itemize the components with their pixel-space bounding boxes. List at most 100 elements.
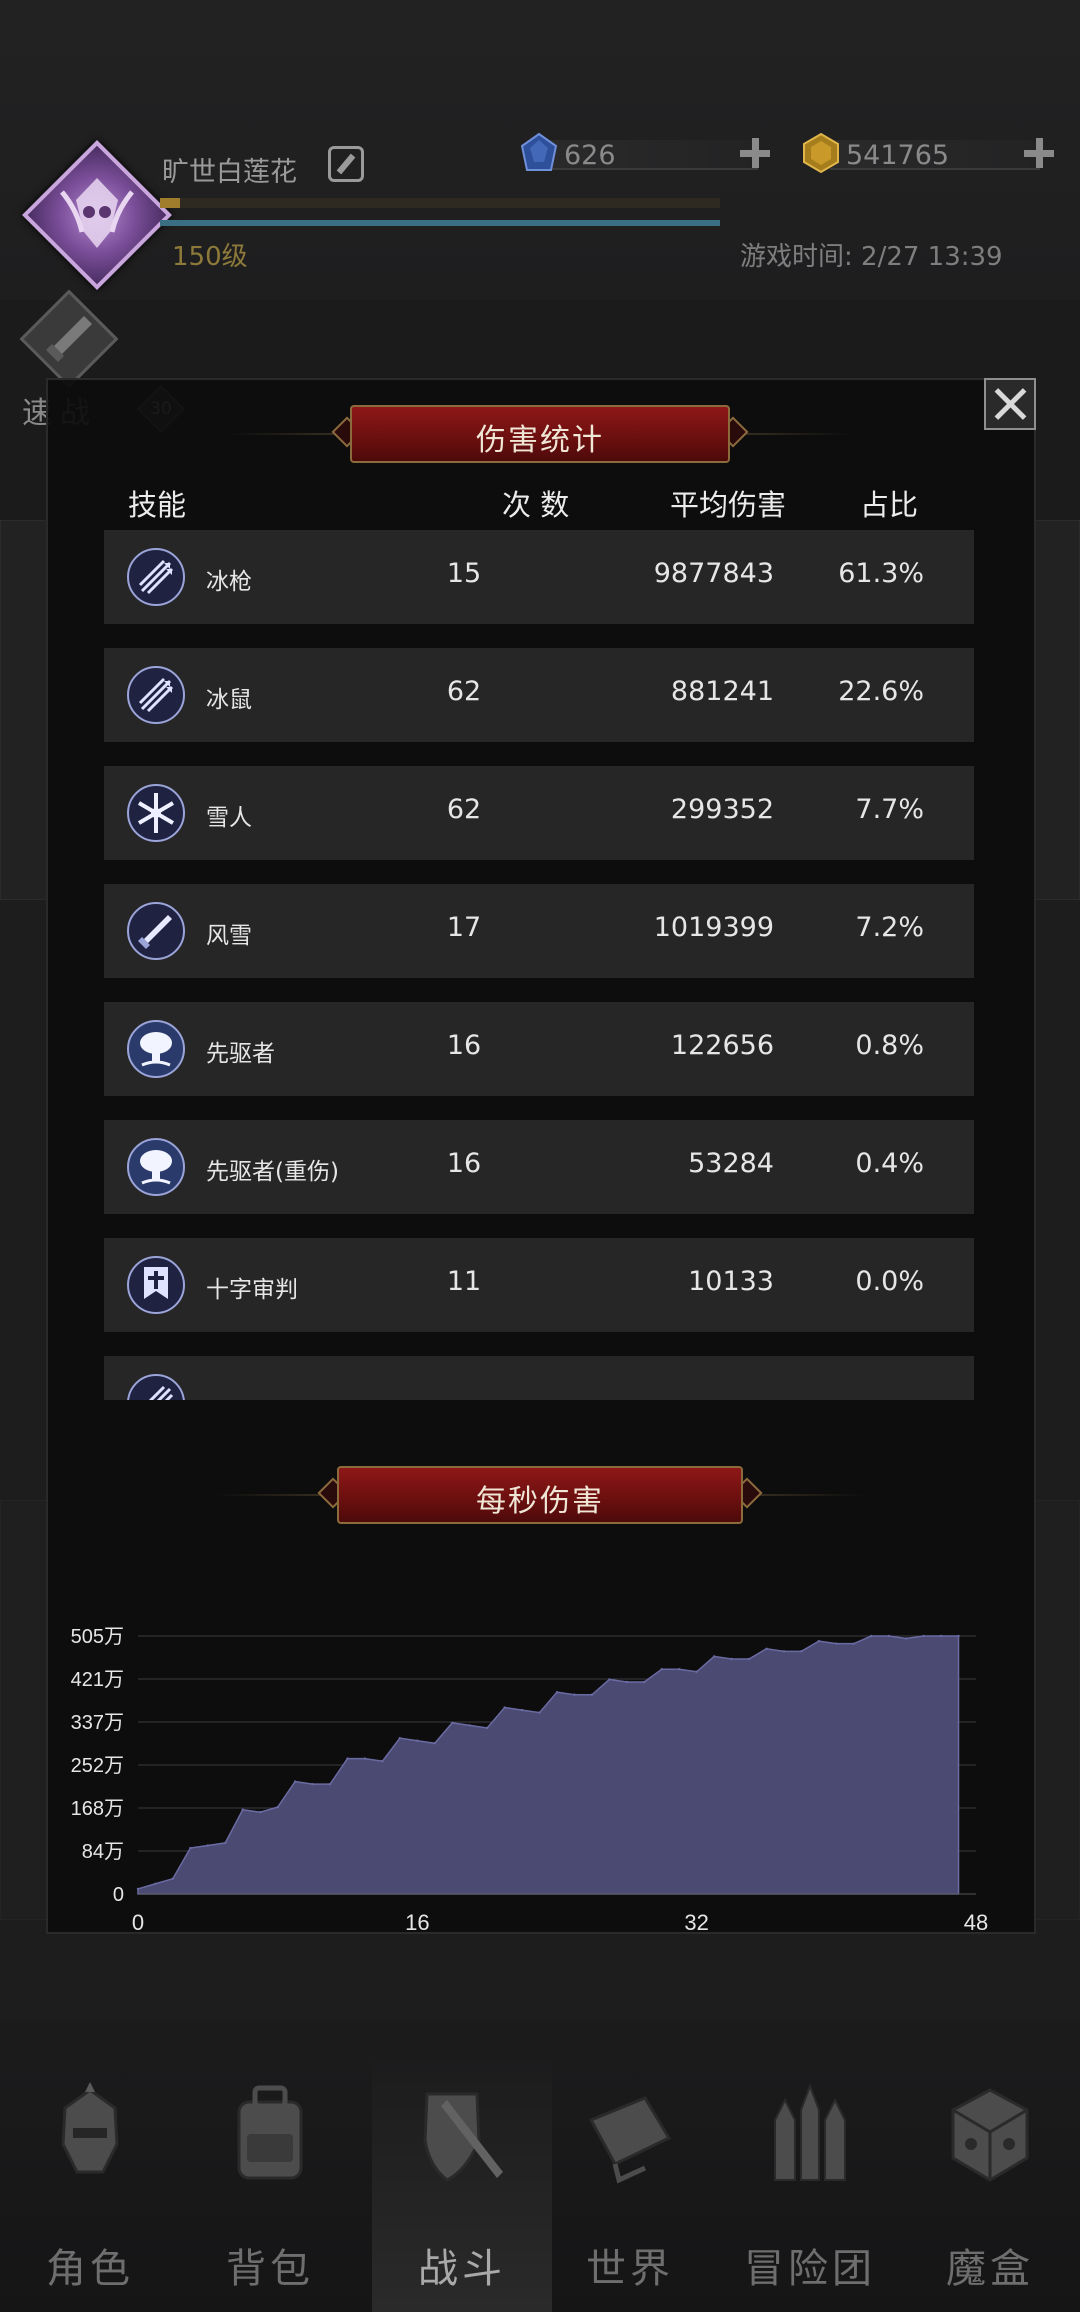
dps-point bbox=[136, 1887, 140, 1891]
player-avatar[interactable]: 30 bbox=[22, 140, 186, 434]
skill-count: 16 bbox=[446, 1030, 482, 1061]
dps-point bbox=[276, 1805, 279, 1809]
dps-point bbox=[957, 1634, 960, 1638]
dps-point bbox=[293, 1780, 297, 1783]
skill-row-partial bbox=[104, 1356, 974, 1400]
dps-point bbox=[189, 1846, 192, 1850]
dps-banner: 每秒伤害 bbox=[215, 1466, 865, 1524]
dps-point bbox=[485, 1726, 489, 1730]
skill-name: 冰枪 bbox=[206, 569, 252, 595]
skill-count: 11 bbox=[446, 1266, 482, 1297]
nav-label: 冒险团 bbox=[744, 2246, 876, 2292]
dps-point bbox=[416, 1739, 419, 1742]
helmet-icon bbox=[61, 2082, 119, 2174]
skill-row: 冰枪 15 9877843 61.3% bbox=[104, 530, 974, 624]
dps-point bbox=[259, 1811, 262, 1814]
nav-item-backpack[interactable]: 背包 bbox=[180, 2060, 360, 2312]
skill-count: 62 bbox=[446, 676, 482, 707]
skill-avg-damage: 10133 bbox=[688, 1266, 774, 1297]
x-tick-label: 0 bbox=[132, 1910, 144, 1935]
skill-name: 先驱者(重伤) bbox=[206, 1159, 339, 1185]
skill-share: 0.8% bbox=[855, 1030, 924, 1061]
dps-point bbox=[398, 1736, 402, 1740]
skill-name: 十字审判 bbox=[206, 1277, 298, 1303]
dps-point bbox=[433, 1742, 436, 1745]
sword-shield-icon bbox=[423, 2092, 503, 2182]
nav-label: 世界 bbox=[586, 2246, 674, 2292]
cube-icon bbox=[951, 2088, 1029, 2182]
skill-share: 0.4% bbox=[855, 1148, 924, 1179]
skill-share: 7.2% bbox=[855, 912, 924, 943]
add-gold-button[interactable] bbox=[1022, 136, 1056, 170]
dps-point bbox=[520, 1708, 524, 1712]
nav-label: 魔盒 bbox=[946, 2246, 1034, 2292]
nav-item-magic-box[interactable]: 魔盒 bbox=[900, 2060, 1080, 2312]
dagger-icon bbox=[46, 316, 92, 362]
banner-icon bbox=[127, 1256, 185, 1314]
edit-name-icon[interactable] bbox=[328, 146, 364, 182]
dps-chart-svg: 0 84万 168万 252万 337万 421万 505万 0 16 32 48 bbox=[71, 1626, 989, 1935]
dps-point bbox=[922, 1634, 925, 1638]
arrows-icon bbox=[127, 548, 185, 606]
nav-item-world[interactable]: 世界 bbox=[540, 2060, 720, 2312]
exp-bar-fill bbox=[160, 198, 180, 208]
sword-icon bbox=[127, 902, 185, 960]
skill-count: 15 bbox=[446, 558, 482, 589]
x-tick-label: 48 bbox=[964, 1910, 988, 1935]
nav-item-guild[interactable]: 冒险团 bbox=[720, 2060, 900, 2312]
skill-share: 7.7% bbox=[855, 794, 924, 825]
skill-row: 先驱者(重伤) 16 53284 0.4% bbox=[104, 1120, 974, 1214]
mushroom-cloud-icon bbox=[127, 1020, 185, 1078]
skill-count: 17 bbox=[446, 912, 482, 943]
skill-avg-damage: 9877843 bbox=[653, 558, 774, 589]
dps-point bbox=[171, 1877, 175, 1880]
col-share-header: 占比 bbox=[860, 488, 919, 522]
close-modal-button[interactable] bbox=[984, 378, 1036, 430]
dps-point bbox=[678, 1668, 681, 1671]
dps-point bbox=[625, 1680, 629, 1684]
y-tick-label: 337万 bbox=[71, 1712, 124, 1734]
skill-avg-damage: 53284 bbox=[688, 1148, 774, 1179]
gold-gem-icon bbox=[803, 132, 839, 174]
dps-point bbox=[555, 1690, 559, 1694]
skill-row: 雪人 62 299352 7.7% bbox=[104, 766, 974, 860]
damage-stats-list[interactable]: 冰枪 15 9877843 61.3% 冰鼠 62 881241 22.6% 雪… bbox=[104, 530, 974, 1400]
nav-item-battle[interactable]: 战斗 bbox=[372, 2060, 552, 2312]
dps-point bbox=[852, 1642, 855, 1645]
dps-chart: 0 84万 168万 252万 337万 421万 505万 0 16 32 48 bbox=[46, 1590, 1036, 1950]
skill-row: 冰鼠 62 881241 22.6% bbox=[104, 648, 974, 742]
y-tick-label: 84万 bbox=[82, 1841, 124, 1863]
backpack-icon bbox=[237, 2085, 303, 2180]
dps-title: 每秒伤害 bbox=[476, 1484, 604, 1519]
castle-icon bbox=[774, 2083, 846, 2181]
dps-point bbox=[451, 1721, 454, 1725]
dps-point bbox=[224, 1841, 227, 1845]
bottom-nav: 角色 背包 战斗 世界 冒险团 魔盒 bbox=[0, 2060, 1080, 2312]
damage-stats-title: 伤害统计 bbox=[476, 423, 604, 458]
skill-share: 61.3% bbox=[838, 558, 924, 589]
skull-emblem-icon bbox=[60, 178, 134, 248]
dps-point bbox=[660, 1668, 663, 1671]
y-tick-label: 421万 bbox=[71, 1669, 124, 1691]
skill-name: 雪人 bbox=[206, 805, 252, 831]
dps-point bbox=[154, 1882, 157, 1885]
dps-point bbox=[939, 1634, 943, 1638]
dps-point bbox=[538, 1711, 541, 1714]
skill-count: 16 bbox=[446, 1148, 482, 1179]
energy-bar-fill bbox=[160, 220, 720, 226]
add-diamond-button[interactable] bbox=[738, 136, 772, 170]
dps-point bbox=[468, 1724, 471, 1727]
dps-point bbox=[782, 1650, 786, 1653]
scroll-map-icon bbox=[588, 2096, 672, 2184]
nav-item-character[interactable]: 角色 bbox=[0, 2060, 180, 2312]
col-count-header: 次 数 bbox=[502, 488, 570, 522]
dps-point bbox=[765, 1647, 768, 1650]
dps-point bbox=[346, 1757, 349, 1760]
dps-point bbox=[695, 1670, 698, 1673]
y-tick-label: 252万 bbox=[71, 1755, 124, 1777]
dps-point bbox=[712, 1655, 716, 1658]
damage-stats-banner: 伤害统计 bbox=[230, 405, 850, 463]
x-tick-label: 32 bbox=[684, 1910, 708, 1935]
skill-row: 十字审判 11 10133 0.0% bbox=[104, 1238, 974, 1332]
skill-avg-damage: 122656 bbox=[670, 1030, 774, 1061]
